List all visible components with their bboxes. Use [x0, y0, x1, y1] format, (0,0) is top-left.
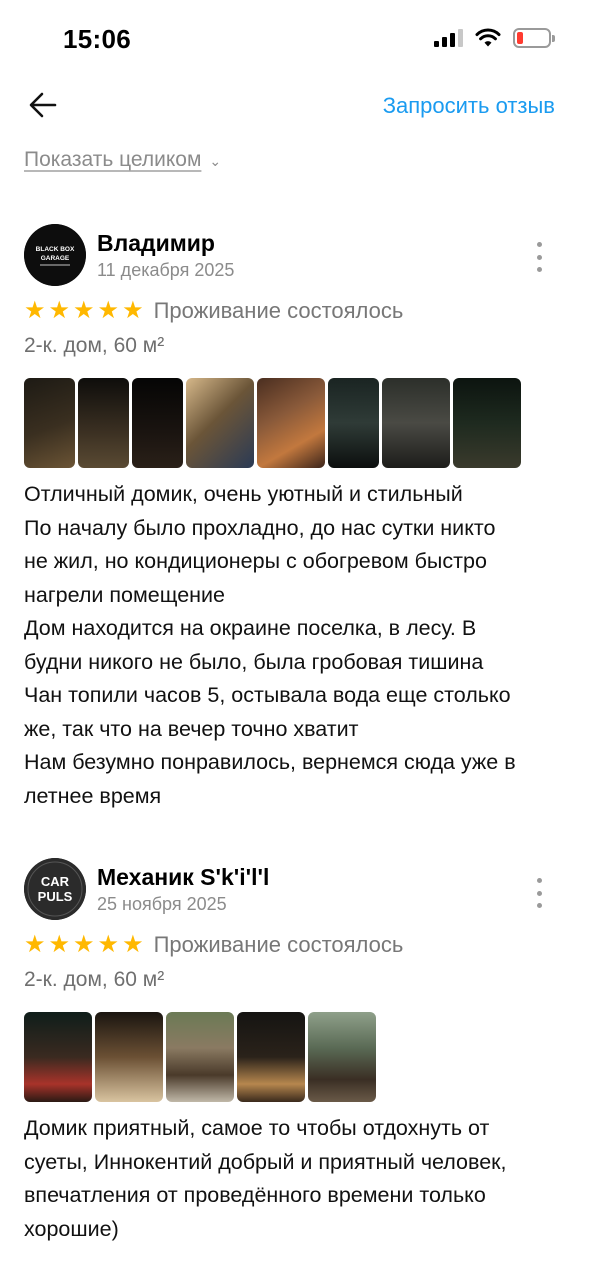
review-author[interactable]: Механик S'k'i'l'l	[97, 864, 269, 891]
review-text-line: суеты, Иннокентий добрый и приятный чело…	[24, 1149, 507, 1174]
star-icon: ★	[24, 931, 46, 958]
review-text: Отличный домик, очень уютный и стильный …	[24, 478, 569, 813]
review-text-line: будни никого не было, была гробовая тиши…	[24, 649, 484, 674]
svg-text:GARAGE: GARAGE	[41, 255, 70, 262]
car-puls-logo: CAR PULS	[24, 858, 86, 920]
svg-text:BLACK BOX: BLACK BOX	[36, 246, 75, 253]
svg-text:PULS: PULS	[38, 889, 73, 904]
review-photo[interactable]	[328, 378, 379, 468]
star-icon: ★	[97, 297, 120, 324]
status-icons	[434, 28, 555, 48]
review-photo[interactable]	[186, 378, 254, 468]
star-icon: ★	[73, 931, 95, 958]
avatar[interactable]: BLACK BOX GARAGE	[24, 224, 86, 286]
review-date: 25 ноября 2025	[97, 894, 227, 914]
review-text-line: не жил, но кондиционеры с обогревом быст…	[24, 549, 487, 573]
star-icon: ★	[48, 297, 71, 324]
review-photo[interactable]	[453, 378, 521, 468]
star-icon: ★	[122, 931, 144, 958]
property-info: 2-к. дом, 60 м²	[24, 968, 165, 991]
stay-status: Проживание состоялось	[153, 932, 404, 957]
review-text-line: впечатления от проведённого времени толь…	[24, 1183, 486, 1207]
star-icon: ★	[122, 297, 144, 324]
star-rating: ★ ★ ★ ★ ★	[24, 299, 144, 323]
review-photo[interactable]	[237, 1012, 305, 1102]
star-icon: ★	[48, 931, 71, 958]
star-icon: ★	[97, 931, 120, 958]
rating-row: ★ ★ ★ ★ ★ Проживание состоялось	[24, 932, 403, 958]
review-text-line: же, так что на вечер точно хватит	[24, 716, 359, 741]
avatar[interactable]: CAR PULS	[24, 858, 86, 920]
status-time: 15:06	[63, 24, 131, 54]
review-author[interactable]: Владимир	[97, 230, 215, 257]
review-photo[interactable]	[382, 378, 450, 468]
chevron-down-icon: ⌄	[209, 152, 222, 169]
review-photo[interactable]	[24, 378, 75, 468]
photo-strip	[24, 378, 521, 468]
show-all-label: Показать целиком	[24, 148, 202, 171]
review-text-line: нагрели помещение	[24, 582, 225, 607]
review-text-line: Дом находится на окраине поселка, в лесу…	[24, 616, 477, 640]
request-review-link[interactable]: Запросить отзыв	[383, 93, 555, 119]
black-box-garage-logo: BLACK BOX GARAGE	[24, 224, 86, 286]
arrow-left-icon	[29, 92, 57, 118]
back-button[interactable]	[26, 88, 60, 122]
review-photo[interactable]	[308, 1012, 376, 1102]
review-photo[interactable]	[95, 1012, 163, 1102]
nav-bar: Запросить отзыв	[0, 80, 591, 130]
more-options-button[interactable]	[531, 878, 547, 908]
review-text-line: Чан топили часов 5, остывала вода еще ст…	[24, 683, 511, 707]
svg-text:CAR: CAR	[41, 874, 70, 889]
wifi-icon	[475, 28, 501, 47]
more-options-button[interactable]	[531, 242, 547, 272]
review-text-line: По началу было прохладно, до нас сутки н…	[24, 515, 496, 540]
review-text-line: Домик приятный, самое то чтобы отдохнуть…	[24, 1116, 490, 1140]
review-date: 11 декабря 2025	[97, 260, 235, 280]
status-bar: 15:06	[0, 0, 591, 80]
review-text-line: Нам безумно понравилось, вернемся сюда у…	[24, 750, 516, 774]
review-text-line: Отличный домик, очень уютный и стильный	[24, 482, 463, 506]
review-text-line: хорошие)	[24, 1216, 119, 1241]
review-photo[interactable]	[257, 378, 325, 468]
show-all-toggle[interactable]: Показать целиком ⌄	[24, 148, 221, 172]
battery-icon	[513, 28, 555, 48]
review-photo[interactable]	[78, 378, 129, 468]
star-icon: ★	[24, 297, 46, 324]
star-icon: ★	[73, 297, 95, 324]
rating-row: ★ ★ ★ ★ ★ Проживание состоялось	[24, 298, 403, 324]
review-photo[interactable]	[132, 378, 183, 468]
photo-strip	[24, 1012, 376, 1102]
review-text: Домик приятный, самое то чтобы отдохнуть…	[24, 1112, 569, 1246]
signal-icon	[434, 29, 463, 47]
star-rating: ★ ★ ★ ★ ★	[24, 933, 144, 957]
review-photo[interactable]	[166, 1012, 234, 1102]
stay-status: Проживание состоялось	[153, 298, 404, 323]
review-photo[interactable]	[24, 1012, 92, 1102]
property-info: 2-к. дом, 60 м²	[24, 334, 165, 357]
review-text-line: летнее время	[24, 783, 162, 808]
